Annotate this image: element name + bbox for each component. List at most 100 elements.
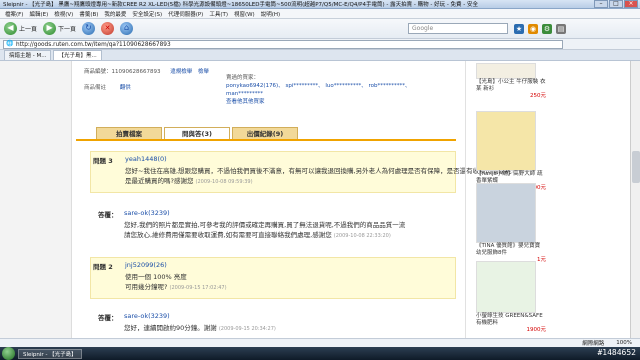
refresh-button[interactable]: ↻ [82, 22, 96, 35]
watermark: #1484652 [597, 348, 636, 357]
answer-text: 您好,我們的照片都是實拍,可參考我的評價或確定再購買,買了無法退貨呢,不過我們的… [124, 221, 406, 229]
vertical-scrollbar[interactable] [630, 61, 640, 338]
menu-file[interactable]: 檔案(F) [3, 10, 25, 18]
search-input[interactable]: Google [408, 23, 508, 34]
forward-arrow-icon: ▶ [43, 22, 57, 35]
home-button[interactable]: ⌂ [120, 22, 134, 35]
question-text: 您好~我住在高雄,想跟您購買，不過怕我們買後不滿意，有無可以讓我退回換購,另外老… [125, 167, 516, 175]
sidebar-item[interactable]: 【光島】小公主 牛仔服裝 衣某 新衫 250元 [476, 63, 546, 100]
menu-tools[interactable]: 工具(T) [207, 10, 230, 18]
check-link[interactable]: 檢舉 [198, 69, 209, 75]
item-number: 商品編號：11090628667893 [84, 69, 161, 75]
buyers-more-link[interactable]: 查看他其他買家 [226, 98, 446, 106]
tab-qa[interactable]: 問與答(3) [164, 127, 230, 139]
menu-security[interactable]: 安全設定(S) [130, 10, 164, 18]
menu-edit[interactable]: 編輯(E) [27, 10, 50, 18]
stop-button[interactable]: ✕ [101, 22, 115, 35]
answer-time: (2009-10-08 22:33:20) [333, 233, 391, 239]
print-icon[interactable]: ▤ [556, 24, 566, 34]
recommended-sidebar: 【光島】小公主 牛仔服裝 衣某 新衫 250元 【nanja小舖】高野大師 疏香… [465, 61, 555, 338]
feed-icon[interactable]: ◉ [528, 24, 538, 34]
tab-bar: 搞錯主題 - M... 【光子島】黑... [0, 50, 640, 61]
buyers-list[interactable]: ponykao6942(176)、 spi*********、 luo*****… [226, 82, 446, 98]
answer-3: 答覆： sare-ok(3239) 您好,我們的照片都是實拍,可參考我的評價或確… [90, 206, 456, 246]
menu-window[interactable]: 視窗(W) [232, 10, 257, 18]
security-zone: 網際網路 [582, 341, 605, 347]
start-button[interactable] [2, 347, 15, 360]
stop-icon: ✕ [101, 22, 115, 35]
question-time: (2009-10-08 09:59:39) [195, 179, 253, 185]
product-thumbnail[interactable] [476, 183, 536, 243]
question-time: (2009-09-15 17:02:47) [169, 285, 227, 291]
product-thumbnail[interactable] [476, 111, 536, 171]
main-column: 商品編號：11090628667893 違規檢舉 檢舉 商品備註 翻供 賣過的買… [76, 61, 515, 338]
menu-proxy[interactable]: 代理伺服器(P) [166, 10, 205, 18]
tab-forum[interactable]: 搞錯主題 - M... [4, 50, 52, 60]
buyers-panel: 賣過的買家： ponykao6942(176)、 spi*********、 l… [226, 74, 446, 106]
question-user[interactable]: jnj52099(26) [125, 261, 167, 269]
forward-label: 下一頁 [58, 26, 77, 33]
back-label: 上一頁 [19, 26, 38, 33]
answer-label: 答覆： [98, 211, 118, 219]
left-margin [0, 61, 72, 338]
menu-bar: 檔案(F) 編輯(E) 檢視(V) 書籤(B) 我的最愛 安全設定(S) 代理伺… [0, 9, 640, 19]
back-button[interactable]: ◀ 上一頁 [4, 22, 37, 35]
sidebar-item[interactable]: 小螢綠生技 GREEN&SAFE有機肥料 1900元 [476, 261, 546, 334]
tab-bid-history[interactable]: 出價紀錄(9) [232, 127, 298, 139]
answer-user[interactable]: sare-ok(3239) [124, 209, 170, 217]
taskbar: Sleipnir - 【光子島】 #1484652 [0, 347, 640, 360]
question-label: 問題 2 [93, 263, 113, 271]
item-note-link[interactable]: 翻供 [120, 85, 131, 91]
item-note-label: 商品備註 [84, 85, 107, 91]
product-thumbnail[interactable] [476, 261, 536, 313]
answer-user[interactable]: sare-ok(3239) [124, 312, 170, 320]
menu-bookmarks[interactable]: 書籤(B) [77, 10, 100, 18]
product-title[interactable]: 《TINA 優質館》嬰兒寶寶 幼兒服飾8件 [476, 243, 546, 257]
back-arrow-icon: ◀ [4, 22, 17, 35]
product-price: 250元 [530, 93, 546, 99]
sidebar-item[interactable]: 《TINA 優質館》嬰兒寶寶 幼兒服飾8件 1元 [476, 183, 546, 264]
menu-favorites[interactable]: 我的最愛 [102, 10, 128, 18]
answer-time: (2009-09-15 20:34:27) [218, 326, 276, 332]
taskbar-window[interactable]: Sleipnir - 【光子島】 [18, 348, 82, 359]
question-2: 問題 2 jnj52099(26) 使用一個 100% 亮度 可用幾分鐘呢? (… [90, 257, 456, 299]
window-title: Sleipnir - 【光子島】 黑鷹~翔鷹頭燈專用~新款CREE R2 XL-… [3, 2, 479, 8]
minimize-button[interactable]: – [594, 0, 608, 8]
forward-button[interactable]: ▶ 下一頁 [43, 22, 76, 35]
buyers-title: 賣過的買家： [226, 75, 260, 81]
product-price: 1900元 [526, 327, 547, 333]
item-note-row: 商品備註 翻供 [84, 83, 131, 91]
sidebar-item[interactable]: 【nanja小舖】高野大師 疏香單紫蝶 1200元 [476, 111, 546, 192]
title-bar: Sleipnir - 【光子島】 黑鷹~翔鷹頭燈專用~新款CREE R2 XL-… [0, 0, 640, 9]
home-icon: ⌂ [120, 22, 134, 35]
qa-tabs: 拍賣檔案 問與答(3) 出價紀錄(9) [96, 127, 298, 139]
item-number-row: 商品編號：11090628667893 違規檢舉 檢舉 [84, 67, 209, 75]
close-button[interactable]: × [624, 0, 638, 8]
maximize-button[interactable]: □ [609, 0, 623, 8]
tab-auction[interactable]: 【光子島】黑... [53, 50, 102, 60]
scroll-thumb[interactable] [632, 151, 640, 183]
question-text: 使用一個 100% 亮度 [125, 273, 187, 281]
menu-view[interactable]: 檢視(V) [52, 10, 75, 18]
question-user[interactable]: yeah1448(0) [125, 155, 167, 163]
page-content: 商品編號：11090628667893 違規檢舉 檢舉 商品備註 翻供 賣過的買… [0, 61, 630, 338]
product-title[interactable]: 【光島】小公主 牛仔服裝 衣某 新衫 [476, 79, 546, 93]
url-field[interactable]: http://goods.ruten.com.tw/item/qa?110906… [3, 39, 563, 49]
question-text-2: 是最近購買的嗎?感謝您 (2009-10-08 09:59:39) [125, 177, 253, 185]
answer-text-2: 請您放心,維修費用僅需要收取運費,如有需要可直接聯絡我們處理,感謝您 (2009… [124, 231, 391, 239]
product-title[interactable]: 小螢綠生技 GREEN&SAFE有機肥料 [476, 313, 546, 327]
menu-help[interactable]: 說明(H) [259, 10, 282, 18]
toolbar-icons: ★ ◉ ⚙ ▤ [514, 24, 566, 34]
product-thumbnail[interactable] [476, 63, 536, 79]
report-link[interactable]: 違規檢舉 [170, 69, 192, 75]
tab-auction-file[interactable]: 拍賣檔案 [96, 127, 162, 139]
answer-2: 答覆： sare-ok(3239) 您好，連續開啟約90分鐘。謝謝 (2009-… [90, 309, 456, 338]
answer-label: 答覆： [98, 314, 118, 322]
zoom-level[interactable]: 100% [616, 340, 632, 346]
question-label: 問題 3 [93, 157, 113, 165]
tools-icon[interactable]: ⚙ [542, 24, 552, 34]
bookmark-icon[interactable]: ★ [514, 24, 524, 34]
address-bar: http://goods.ruten.com.tw/item/qa?110906… [0, 39, 640, 50]
refresh-icon: ↻ [82, 22, 96, 35]
question-text-2: 可用幾分鐘呢? (2009-09-15 17:02:47) [125, 283, 227, 291]
